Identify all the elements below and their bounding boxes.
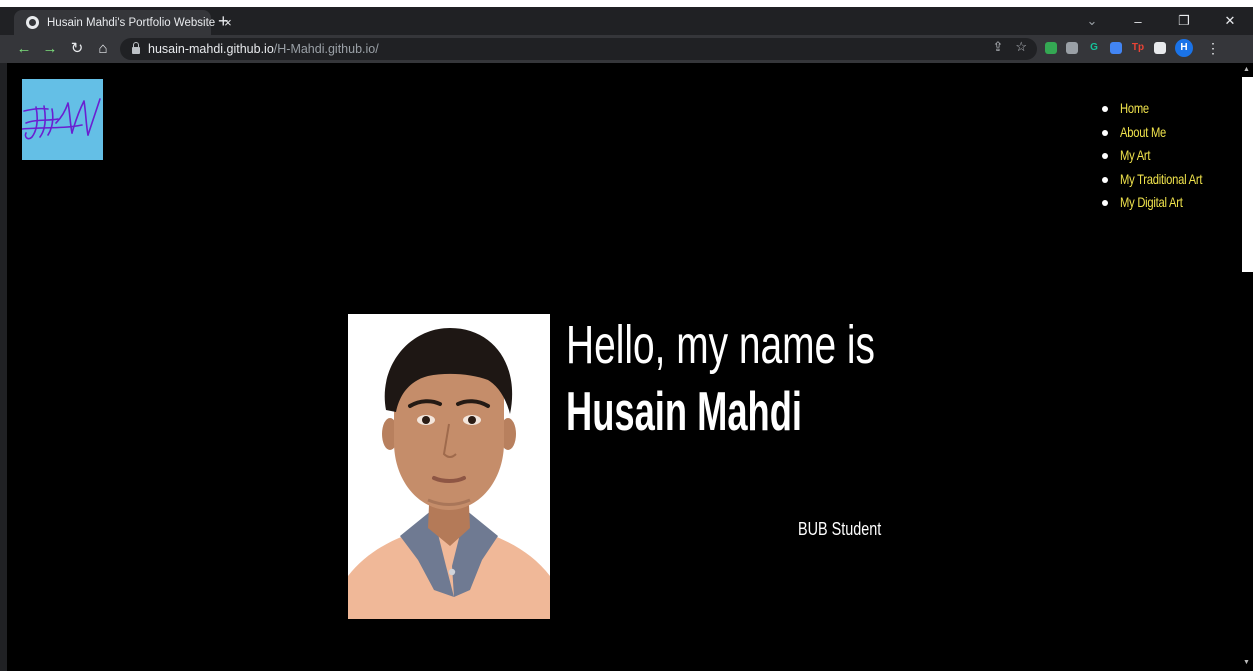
hm-signature-logo[interactable] xyxy=(21,79,103,160)
page-viewport: Home About Me My Art My Traditional Art … xyxy=(7,63,1241,671)
tab-search-icon[interactable]: ⌄ xyxy=(1069,7,1115,35)
forward-icon[interactable]: → xyxy=(40,39,60,59)
scrollbar-thumb[interactable] xyxy=(1242,77,1253,272)
url-host: husain-mahdi.github.io xyxy=(148,42,274,56)
globe-icon xyxy=(26,16,39,29)
lock-icon[interactable] xyxy=(132,42,140,54)
nav-link-home[interactable]: Home xyxy=(1120,97,1149,121)
url-path: /H-Mahdi.github.io/ xyxy=(273,42,379,56)
nav-link-my-traditional-art[interactable]: My Traditional Art xyxy=(1120,168,1202,192)
maximize-icon[interactable]: ❐ xyxy=(1161,7,1207,35)
hero-greeting: Hello, my name is xyxy=(566,315,875,375)
tab-bar: Husain Mahdi's Portfolio Website × + ⌄ –… xyxy=(0,7,1253,35)
nav-link-my-digital-art[interactable]: My Digital Art xyxy=(1120,191,1183,215)
page-scrollbar[interactable]: ▲ ▼ xyxy=(1241,63,1253,671)
tab-title: Husain Mahdi's Portfolio Website xyxy=(47,16,216,29)
home-icon[interactable]: ⌂ xyxy=(93,39,113,59)
bookmark-star-icon[interactable]: ☆ xyxy=(1015,39,1027,55)
tp-extension-icon[interactable]: Tp xyxy=(1131,41,1145,55)
scroll-up-arrow-icon[interactable]: ▲ xyxy=(1243,66,1250,73)
omnibox-actions: ⇪ ☆ xyxy=(992,39,1027,55)
color-picker-extension-icon[interactable] xyxy=(1045,42,1057,54)
nav-item-my-digital-art: My Digital Art xyxy=(1102,191,1223,215)
url-text: husain-mahdi.github.io/H-Mahdi.github.io… xyxy=(148,42,379,56)
nav-item-my-traditional-art: My Traditional Art xyxy=(1102,168,1223,192)
reload-icon[interactable]: ↻ xyxy=(67,39,87,59)
nav-link-about-me[interactable]: About Me xyxy=(1120,121,1166,145)
extensions-row: G Tp H ⋮ xyxy=(1045,39,1220,57)
nav-item-about-me: About Me xyxy=(1102,121,1223,145)
nav-item-home: Home xyxy=(1102,97,1223,121)
browser-toolbar: ← → ↻ ⌂ husain-mahdi.github.io/H-Mahdi.g… xyxy=(0,35,1253,63)
grammarly-extension-icon[interactable]: G xyxy=(1087,41,1101,55)
kebab-menu-icon[interactable]: ⋮ xyxy=(1206,40,1220,57)
hero-name: Husain Mahdi xyxy=(566,380,802,442)
signature-logo-image xyxy=(21,98,101,140)
grid-extension-icon[interactable] xyxy=(1066,42,1078,54)
share-icon[interactable]: ⇪ xyxy=(992,39,1003,55)
nav-item-my-art: My Art xyxy=(1102,144,1223,168)
profile-avatar[interactable]: H xyxy=(1175,39,1193,57)
puzzle-extension-icon[interactable] xyxy=(1154,42,1166,54)
profile-photo-illustration xyxy=(348,314,550,619)
main-nav: Home About Me My Art My Traditional Art … xyxy=(1102,97,1223,215)
back-icon[interactable]: ← xyxy=(14,39,34,59)
tab-portfolio[interactable]: Husain Mahdi's Portfolio Website × xyxy=(14,10,232,35)
nav-link-my-art[interactable]: My Art xyxy=(1120,144,1151,168)
window-controls: ⌄ – ❐ ✕ xyxy=(1069,7,1253,35)
profile-photo xyxy=(348,314,550,619)
scroll-down-arrow-icon[interactable]: ▼ xyxy=(1243,659,1250,666)
hero-subtitle: BUB Student xyxy=(798,519,882,539)
minimize-icon[interactable]: – xyxy=(1115,7,1161,35)
audio-extension-icon[interactable] xyxy=(1110,42,1122,54)
close-window-icon[interactable]: ✕ xyxy=(1207,7,1253,35)
new-tab-icon[interactable]: + xyxy=(218,11,229,31)
window-top-edge xyxy=(0,0,1253,7)
address-bar[interactable]: husain-mahdi.github.io/H-Mahdi.github.io… xyxy=(120,38,1037,60)
